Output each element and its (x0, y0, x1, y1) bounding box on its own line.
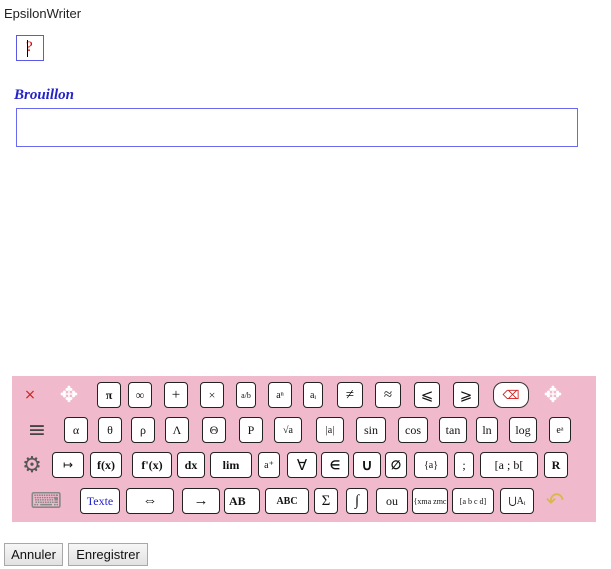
key-capital-lambda[interactable]: Λ (165, 417, 189, 443)
key-rho[interactable]: ρ (131, 417, 155, 443)
math-keyboard: × ✥ π ∞ + × a/b aⁿ aᵢ ≠ ≈ ⩽ ⩾ ⌫ ✥ ≡ α θ … (12, 376, 596, 522)
key-element-of[interactable]: ∈ (321, 452, 349, 478)
key-vector[interactable]: AB⃗ (224, 488, 260, 514)
key-interval[interactable]: [a ; b[ (480, 452, 538, 478)
key-infinity[interactable]: ∞ (128, 382, 152, 408)
key-reals[interactable]: R (544, 452, 568, 478)
key-semicolon[interactable]: ; (454, 452, 474, 478)
key-tan[interactable]: tan (439, 417, 467, 443)
key-plus[interactable]: + (164, 382, 188, 408)
key-or[interactable]: ou (376, 488, 408, 514)
key-sin[interactable]: sin (356, 417, 386, 443)
keyboard-row-3: ⚙ ↦ f(x) f'(x) dx lim a⁺ ∀ ∈ ∪ ∅ {a} ; [… (12, 450, 596, 480)
move-right-icon[interactable]: ✥ (542, 382, 564, 408)
key-matrix[interactable]: [a b c d] (452, 488, 494, 514)
keyboard-row-4: ⌨ Texte ⇔ → AB⃗ ABC Σ ∫ ou {xma zmc [a b… (12, 486, 596, 516)
key-text[interactable]: Texte (80, 488, 120, 514)
key-approx[interactable]: ≈ (375, 382, 401, 408)
key-power[interactable]: aⁿ (268, 382, 292, 408)
key-forall[interactable]: ∀ (287, 452, 317, 478)
key-function[interactable]: f(x) (90, 452, 122, 478)
backspace-icon[interactable]: ⌫ (493, 382, 529, 408)
key-abs[interactable]: |a| (316, 417, 344, 443)
keyboard-icon[interactable]: ⌨ (22, 488, 70, 514)
key-mapsto[interactable]: ↦ (52, 452, 84, 478)
text-cursor (27, 40, 28, 57)
key-set[interactable]: {a} (414, 452, 448, 478)
key-exp[interactable]: eᵃ (549, 417, 571, 443)
key-lim[interactable]: lim (210, 452, 252, 478)
key-log[interactable]: log (509, 417, 537, 443)
key-times[interactable]: × (200, 382, 224, 408)
key-empty-set[interactable]: ∅ (385, 452, 407, 478)
keyboard-row-1: × ✥ π ∞ + × a/b aⁿ aᵢ ≠ ≈ ⩽ ⩾ ⌫ ✥ (12, 380, 596, 410)
move-icon[interactable]: ✥ (58, 382, 80, 408)
menu-icon[interactable]: ≡ (26, 417, 48, 443)
cancel-button[interactable]: Annuler (4, 543, 63, 566)
key-not-equal[interactable]: ≠ (337, 382, 363, 408)
settings-icon[interactable]: ⚙ (20, 452, 44, 478)
key-greater-equal[interactable]: ⩾ (453, 382, 479, 408)
key-union[interactable]: ∪ (353, 452, 381, 478)
draft-label: Brouillon (14, 87, 75, 103)
key-system[interactable]: {xma zmc (412, 488, 448, 514)
key-sqrt[interactable]: √a (274, 417, 302, 443)
draft-input[interactable] (16, 108, 578, 147)
key-ln[interactable]: ln (476, 417, 498, 443)
key-pi[interactable]: π (97, 382, 121, 408)
key-capital-theta[interactable]: Θ (202, 417, 226, 443)
key-less-equal[interactable]: ⩽ (414, 382, 440, 408)
key-angle[interactable]: ABC (265, 488, 309, 514)
keyboard-row-2: ≡ α θ ρ Λ Θ P √a |a| sin cos tan ln log … (12, 415, 596, 445)
key-fraction[interactable]: a/b (236, 382, 256, 408)
app-title: EpsilonWriter (4, 6, 82, 21)
key-index[interactable]: aᵢ (303, 382, 323, 408)
key-alpha[interactable]: α (64, 417, 88, 443)
key-derivative[interactable]: f'(x) (132, 452, 172, 478)
key-sum[interactable]: Σ (314, 488, 338, 514)
key-theta[interactable]: θ (98, 417, 122, 443)
undo-icon[interactable]: ↶ (542, 488, 568, 514)
key-conjugate[interactable]: a⁺ (258, 452, 280, 478)
key-cos[interactable]: cos (398, 417, 428, 443)
key-capital-p[interactable]: P (239, 417, 263, 443)
key-big-union[interactable]: ⋃Aᵢ (500, 488, 534, 514)
key-equivalent[interactable]: ⇔ (126, 488, 174, 514)
answer-input[interactable]: ? (16, 35, 44, 61)
key-dx[interactable]: dx (177, 452, 205, 478)
close-keyboard-icon[interactable]: × (22, 382, 38, 408)
key-implies[interactable]: → (182, 488, 220, 514)
key-integral[interactable]: ∫ (346, 488, 368, 514)
save-button[interactable]: Enregistrer (68, 543, 148, 566)
